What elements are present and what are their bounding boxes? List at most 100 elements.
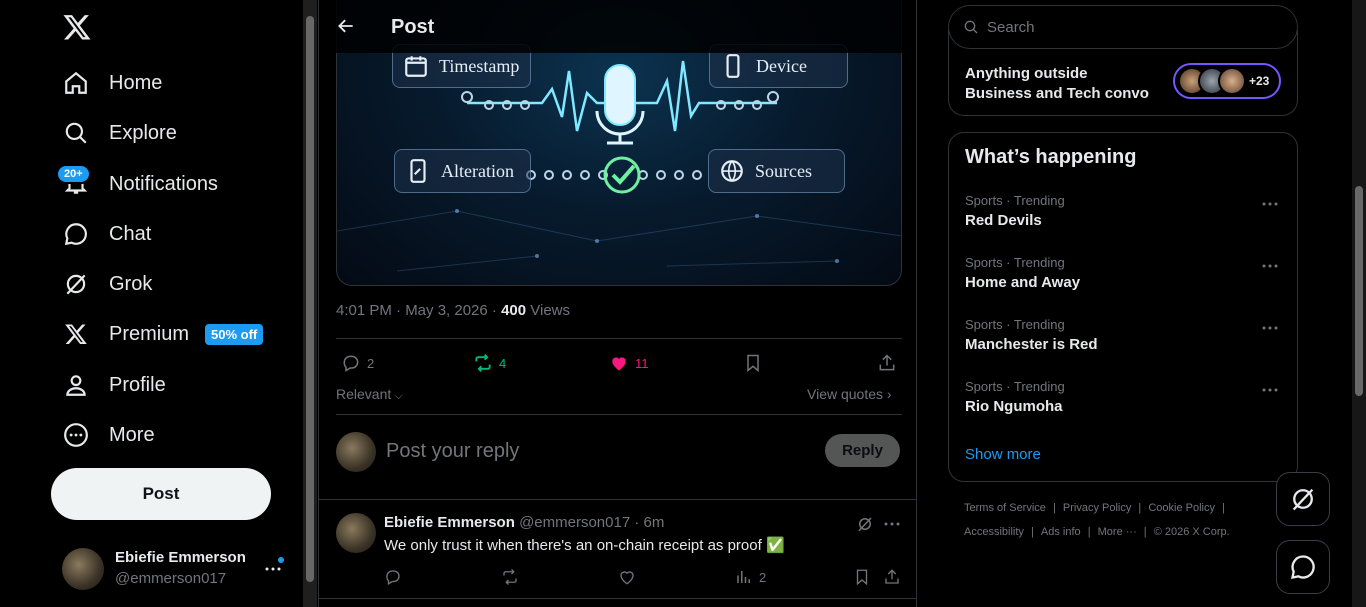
reply-author-name[interactable]: Ebiefie Emmerson: [384, 514, 515, 531]
phone-icon: [726, 54, 740, 78]
grok-icon: [1292, 488, 1314, 511]
account-handle: @emmerson017: [115, 570, 227, 587]
trend-name: Red Devils: [965, 212, 1042, 229]
footer-ads-link[interactable]: Ads info: [1041, 526, 1081, 538]
sort-relevant-label: Relevant: [336, 386, 392, 402]
grok-floating-button[interactable]: [1276, 472, 1330, 526]
views-label: Views: [526, 302, 571, 319]
view-quotes-link[interactable]: View quotes ›: [807, 386, 892, 402]
footer-separator: |: [1084, 526, 1094, 538]
person-icon: [62, 371, 90, 399]
nav-premium[interactable]: Premium 50% off: [62, 314, 264, 354]
trend-item[interactable]: Sports · Trending Manchester is Red: [965, 317, 1285, 353]
community-card[interactable]: Anything outside Business and Tech convo…: [948, 30, 1298, 116]
avatar: [62, 548, 104, 590]
share-icon[interactable]: [883, 568, 901, 586]
nav-home[interactable]: Home: [62, 63, 162, 103]
post-button[interactable]: Post: [51, 468, 271, 520]
post-detail-column: Post Timestamp Device Alteration Sources…: [318, 0, 917, 607]
chevron-down-icon: ⌵: [391, 390, 403, 402]
nav-grok[interactable]: Grok: [62, 264, 152, 304]
footer-terms-link[interactable]: Terms of Service: [964, 502, 1046, 514]
grok-icon[interactable]: [856, 515, 874, 533]
reply-button[interactable]: Reply: [825, 434, 900, 467]
x-logo-icon[interactable]: [62, 12, 92, 42]
left-scrollbar-thumb[interactable]: [306, 16, 314, 582]
trend-item[interactable]: Sports · Trending Rio Ngumoha: [965, 379, 1285, 415]
left-scrollbar[interactable]: [303, 0, 317, 607]
reply-icon[interactable]: [384, 568, 402, 586]
footer-separator: |: [1140, 526, 1150, 538]
globe-icon: [721, 160, 743, 182]
page-scrollbar[interactable]: [1352, 0, 1366, 607]
more-dots-icon[interactable]: [1261, 195, 1279, 213]
whats-happening-title: What’s happening: [965, 146, 1137, 168]
premium-discount-badge: 50% off: [205, 323, 264, 345]
reply-handle-time: @emmerson017 · 6m: [519, 514, 665, 531]
nav-profile[interactable]: Profile: [62, 365, 166, 405]
community-title-line1: Anything outside: [965, 65, 1088, 82]
views-action[interactable]: 2: [735, 568, 766, 586]
footer-cookie-link[interactable]: Cookie Policy: [1148, 502, 1215, 514]
show-more-link[interactable]: Show more: [965, 446, 1041, 463]
share-action[interactable]: [877, 353, 897, 373]
more-dots-icon[interactable]: [1261, 381, 1279, 399]
footer-accessibility-link[interactable]: Accessibility: [964, 526, 1024, 538]
account-switcher[interactable]: Ebiefie Emmerson @emmerson017: [62, 546, 290, 592]
left-navigation: Home Explore 20+ Notifications Chat Grok…: [0, 0, 302, 607]
reply-action[interactable]: 2: [341, 353, 374, 373]
bookmark-action[interactable]: [743, 353, 763, 373]
more-dots-icon[interactable]: [1261, 257, 1279, 275]
avatar: [1218, 67, 1246, 95]
reply-icon: [343, 355, 359, 372]
nav-more[interactable]: More: [62, 415, 155, 455]
nav-more-label: More: [109, 423, 155, 446]
chat-floating-button[interactable]: [1276, 540, 1330, 594]
sort-relevant-dropdown[interactable]: Relevant ⌵: [336, 386, 403, 403]
media-chip-timestamp-label: Timestamp: [439, 55, 520, 76]
chat-bubble-icon: [62, 220, 90, 248]
like-action[interactable]: 11: [609, 353, 649, 373]
repost-icon[interactable]: [501, 568, 519, 586]
trend-item[interactable]: Sports · Trending Red Devils: [965, 193, 1285, 229]
media-chip-alteration-label: Alteration: [441, 160, 514, 181]
grok-icon: [62, 270, 90, 298]
footer-separator: |: [1135, 502, 1145, 514]
nav-explore[interactable]: Explore: [62, 113, 177, 153]
footer-more-link[interactable]: More ···: [1098, 526, 1137, 538]
more-dots-icon[interactable]: [1261, 319, 1279, 337]
nav-notifications-label: Notifications: [109, 172, 218, 195]
community-members-pill[interactable]: +23: [1173, 63, 1281, 99]
heart-icon[interactable]: [618, 568, 636, 586]
right-sidebar: Anything outside Business and Tech convo…: [918, 0, 1366, 607]
nav-home-label: Home: [109, 71, 163, 94]
reply-count: 2: [367, 355, 375, 371]
bookmark-icon[interactable]: [853, 568, 871, 586]
reply-tweet[interactable]: Ebiefie Emmerson @emmerson017 · 6m We on…: [319, 500, 916, 600]
reply-views-count: 2: [759, 569, 767, 585]
nav-profile-label: Profile: [109, 373, 166, 396]
unread-dot: [278, 557, 284, 563]
repost-action[interactable]: 4: [473, 353, 506, 373]
avatar: [336, 513, 376, 553]
trend-name: Home and Away: [965, 274, 1081, 291]
more-dots-icon[interactable]: [883, 515, 901, 533]
page-scrollbar-thumb[interactable]: [1355, 186, 1363, 396]
footer-privacy-link[interactable]: Privacy Policy: [1063, 502, 1131, 514]
page-title: Post: [391, 16, 435, 38]
reply-compose-input[interactable]: Post your reply: [386, 440, 519, 463]
checkmark-icon: [603, 156, 641, 194]
nav-chat[interactable]: Chat: [62, 214, 151, 254]
whats-happening-card: What’s happening Sports · Trending Red D…: [948, 132, 1298, 482]
like-count: 11: [635, 355, 649, 371]
media-chip-alteration: Alteration: [394, 149, 531, 193]
divider: [319, 598, 916, 599]
footer-separator: |: [1219, 502, 1225, 514]
back-arrow-icon[interactable]: [336, 16, 356, 36]
divider: [336, 414, 902, 415]
trend-name: Manchester is Red: [965, 336, 1098, 353]
trend-item[interactable]: Sports · Trending Home and Away: [965, 255, 1285, 291]
analytics-icon: [737, 571, 750, 583]
nav-premium-label: Premium: [109, 322, 190, 345]
nav-notifications[interactable]: 20+ Notifications: [56, 164, 218, 204]
